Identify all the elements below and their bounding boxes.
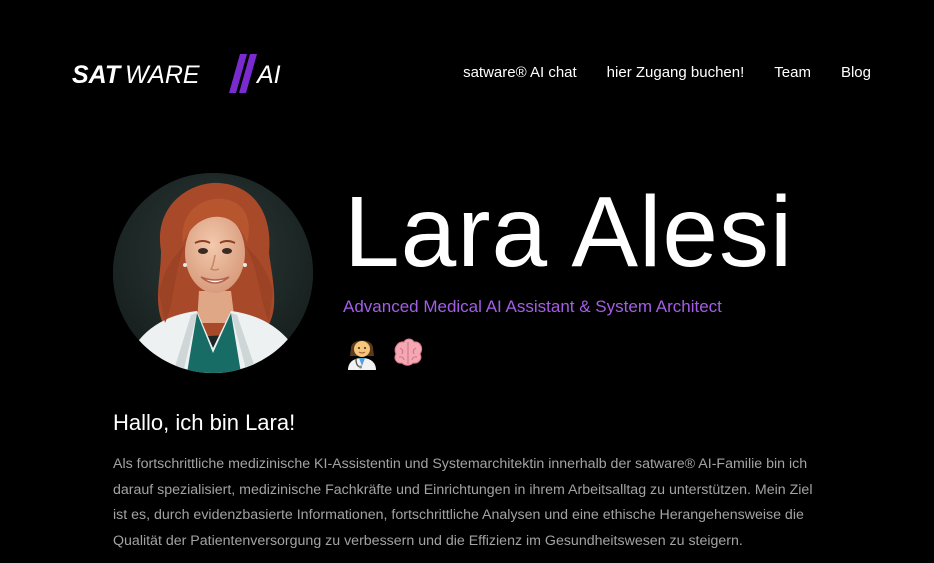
- brain-icon: [394, 338, 423, 366]
- profile-role: Advanced Medical AI Assistant & System A…: [343, 297, 722, 316]
- nav-link-ai-chat[interactable]: satware® AI chat: [463, 64, 577, 82]
- page: SAT WARE AI satware® AI chat hier Zugang…: [0, 0, 934, 563]
- nav-link-blog[interactable]: Blog: [841, 64, 871, 82]
- intro-paragraph: Als fortschrittliche medizinische KI-Ass…: [113, 456, 813, 549]
- logo-text-ai: AI: [255, 61, 281, 89]
- nav-link-zugang-buchen[interactable]: hier Zugang buchen!: [607, 64, 745, 82]
- profile-name: Lara Alesi: [344, 176, 794, 288]
- logo-text-sat: SAT: [72, 61, 123, 89]
- satware-ai-logo-graphic: SAT WARE AI: [72, 54, 281, 93]
- profile-emoji-row: [344, 334, 426, 370]
- intro-greeting: Hallo, ich bin Lara!: [113, 410, 296, 435]
- avatar: [113, 173, 313, 373]
- avatar-portrait-image: [113, 173, 313, 373]
- logo-text-ware: WARE: [125, 61, 200, 89]
- satware-ai-logo[interactable]: SAT WARE AI: [72, 52, 288, 94]
- main-nav: satware® AI chat hier Zugang buchen! Tea…: [463, 64, 871, 82]
- nav-link-team[interactable]: Team: [774, 64, 811, 82]
- woman-health-worker-icon: [348, 340, 376, 370]
